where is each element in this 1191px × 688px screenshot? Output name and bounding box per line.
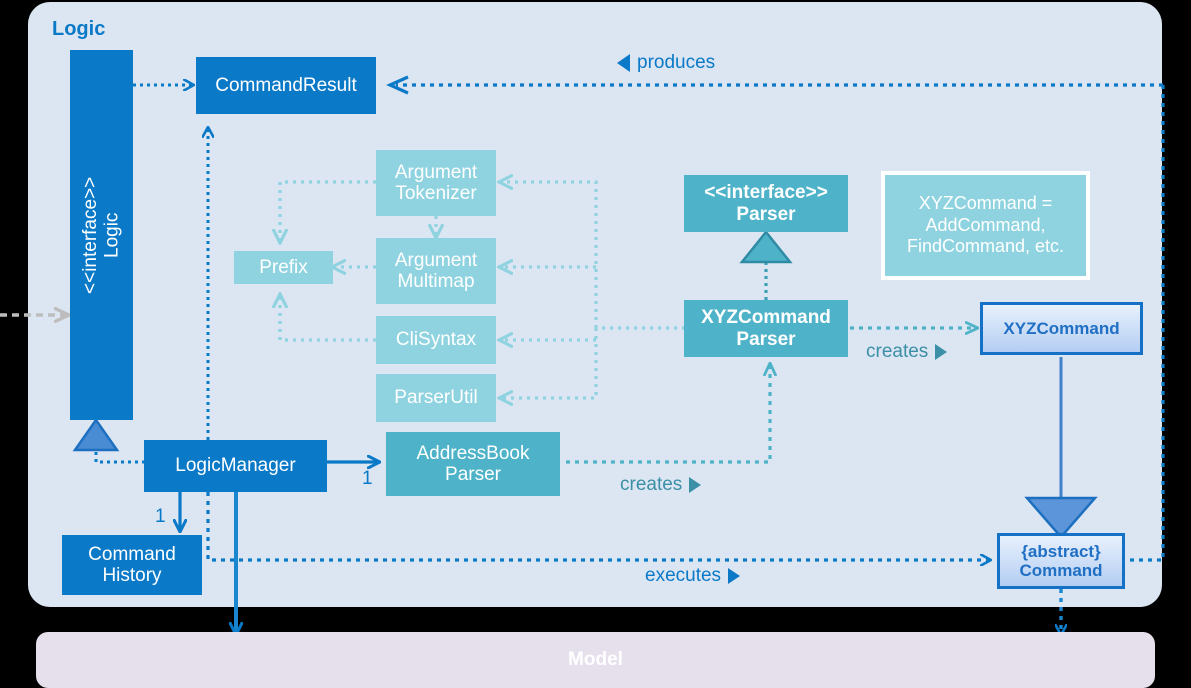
note-xyzcommand: XYZCommand = AddCommand, FindCommand, et… [881, 171, 1090, 280]
node-command-result[interactable]: CommandResult [196, 57, 376, 114]
xyz-command-parser-line2: Parser [736, 328, 796, 350]
xyz-command-parser-line1: XYZCommand [701, 307, 831, 329]
parser-interface-name: Parser [736, 203, 796, 225]
xyz-command-label: XYZCommand [1003, 318, 1120, 338]
logic-interface-name: Logic [101, 212, 123, 258]
node-xyz-command[interactable]: XYZCommand [980, 302, 1143, 355]
label-creates-xyzcommand: creates [866, 341, 948, 363]
command-result-label: CommandResult [215, 74, 357, 96]
multiplicity-address-book-parser: 1 [362, 468, 373, 489]
node-xyz-command-parser[interactable]: XYZCommand Parser [684, 300, 848, 357]
label-executes: executes [645, 565, 741, 587]
label-produces: produces [617, 52, 715, 74]
model-panel[interactable]: Model [36, 632, 1155, 688]
command-history-line2: History [102, 565, 162, 586]
parser-util-label: ParserUtil [394, 387, 478, 409]
model-label: Model [568, 649, 623, 670]
node-parser-util[interactable]: ParserUtil [376, 374, 496, 422]
logic-panel-title: Logic [52, 18, 106, 40]
label-creates-abp: creates [620, 474, 702, 496]
node-argument-multimap[interactable]: Argument Multimap [376, 238, 496, 304]
note-line1: XYZCommand = [918, 192, 1053, 213]
prefix-label: Prefix [259, 256, 308, 278]
argument-tokenizer-line1: Argument [394, 161, 478, 183]
node-logic-manager[interactable]: LogicManager [144, 440, 327, 492]
command-history-line1: Command [88, 543, 176, 565]
node-parser-interface[interactable]: <<interface>> Parser [684, 175, 848, 232]
node-cli-syntax[interactable]: CliSyntax [376, 316, 496, 364]
multiplicity-command-history: 1 [155, 506, 166, 527]
node-logic-interface[interactable]: <<interface>> Logic [70, 50, 133, 420]
triangle-right-icon [935, 344, 948, 360]
node-argument-tokenizer[interactable]: Argument Tokenizer [376, 150, 496, 216]
triangle-right-icon-3 [728, 568, 741, 584]
cli-syntax-label: CliSyntax [395, 329, 477, 351]
produces-text: produces [637, 52, 716, 73]
argument-tokenizer-line2: Tokenizer [395, 183, 477, 204]
address-book-parser-line1: AddressBook [416, 442, 530, 464]
creates-abp-text: creates [620, 474, 683, 495]
argument-multimap-line2: Multimap [397, 271, 475, 292]
note-line3: FindCommand, etc. [906, 236, 1065, 257]
node-address-book-parser[interactable]: AddressBook Parser [386, 432, 560, 496]
node-abstract-command[interactable]: {abstract} Command [997, 533, 1125, 589]
logic-interface-stereotype: <<interface>> [80, 176, 102, 294]
parser-interface-stereotype: <<interface>> [704, 182, 828, 204]
argument-multimap-line1: Argument [394, 249, 478, 271]
triangle-left-icon [617, 54, 630, 72]
abstract-command-line1: {abstract} [1021, 541, 1101, 561]
triangle-right-icon-2 [689, 477, 702, 493]
executes-text: executes [645, 565, 722, 586]
logic-manager-label: LogicManager [175, 455, 296, 477]
address-book-parser-line2: Parser [445, 464, 501, 485]
node-command-history[interactable]: Command History [62, 535, 202, 595]
diagram-canvas: Logic <<interface>> Logic CommandResult … [0, 0, 1191, 688]
node-prefix[interactable]: Prefix [234, 251, 333, 284]
creates-parser-text: creates [866, 341, 929, 362]
abstract-command-line2: Command [1019, 561, 1103, 580]
note-fold-inner [1071, 261, 1086, 276]
note-line2: AddCommand, [925, 214, 1046, 235]
